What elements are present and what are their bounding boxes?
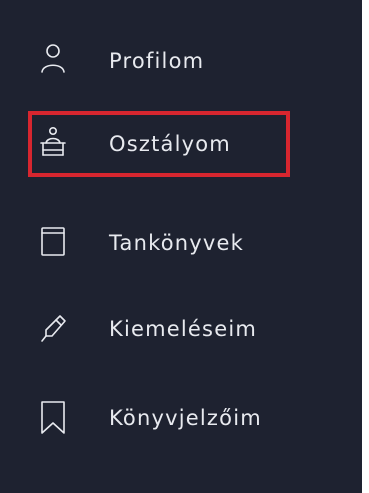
- highlighter-icon: [39, 310, 67, 346]
- sidebar-item-tankonyvek[interactable]: Tankönyvek: [28, 210, 290, 276]
- sidebar-item-label: Osztályom: [109, 132, 231, 156]
- classroom-icon: [39, 125, 67, 161]
- user-icon: [39, 42, 67, 78]
- sidebar-item-osztalyom[interactable]: Osztályom: [28, 111, 290, 177]
- sidebar-item-label: Profilom: [109, 49, 205, 73]
- sidebar-item-profilom[interactable]: Profilom: [28, 28, 290, 94]
- sidebar-item-label: Könyvjelzőim: [109, 406, 262, 430]
- sidebar-item-konyvjelzoim[interactable]: Könyvjelzőim: [28, 385, 290, 451]
- bookmark-icon: [39, 399, 67, 435]
- sidebar-nav: Profilom Osztályom Tankönyvek Kiemelései…: [0, 0, 362, 493]
- book-icon: [39, 224, 67, 260]
- sidebar-item-label: Kiemeléseim: [109, 317, 258, 341]
- sidebar-item-label: Tankönyvek: [109, 231, 245, 255]
- sidebar-item-kiemeleseim[interactable]: Kiemeléseim: [28, 296, 290, 362]
